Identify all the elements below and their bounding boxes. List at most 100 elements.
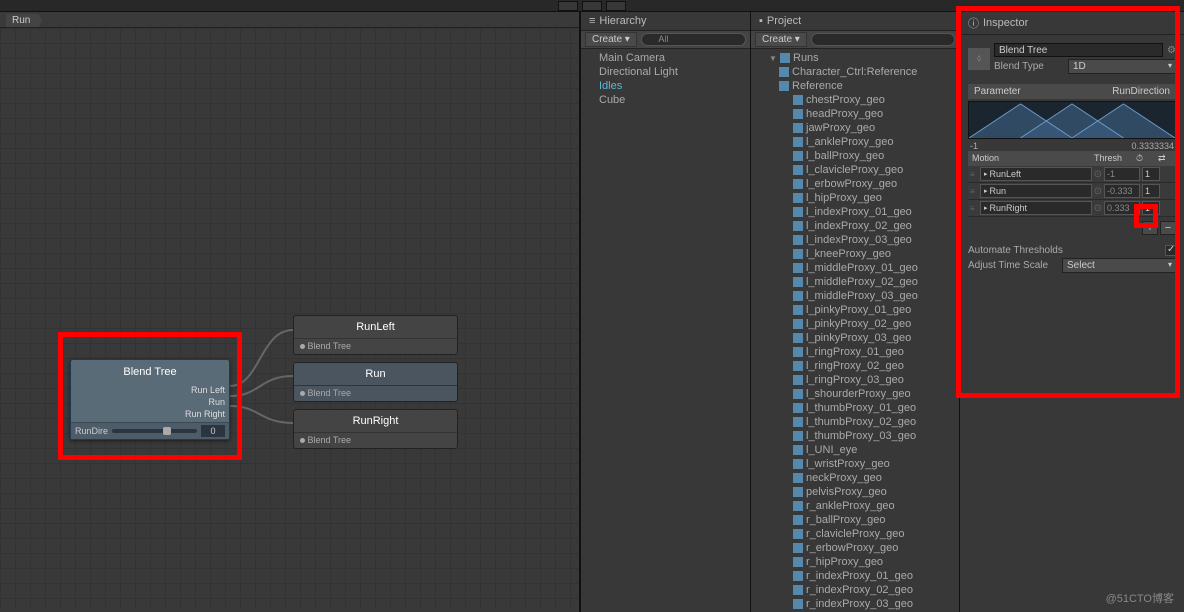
- project-item[interactable]: headProxy_geo: [751, 107, 959, 121]
- motion-node-runleft[interactable]: RunLeft Blend Tree: [293, 315, 458, 355]
- motion-row[interactable]: ≡RunLeft⊙-11: [968, 166, 1176, 183]
- project-item[interactable]: l_ringProxy_02_geo: [751, 359, 959, 373]
- project-item[interactable]: chestProxy_geo: [751, 93, 959, 107]
- picker-icon[interactable]: ⊙: [1094, 203, 1102, 214]
- timescale-field[interactable]: 1: [1142, 167, 1160, 181]
- project-item[interactable]: l_clavicleProxy_geo: [751, 163, 959, 177]
- project-create-button[interactable]: Create ▾: [755, 32, 807, 47]
- motion-node-runright[interactable]: RunRight Blend Tree: [293, 409, 458, 449]
- timescale-field[interactable]: 1: [1142, 184, 1160, 198]
- project-item[interactable]: neckProxy_geo: [751, 471, 959, 485]
- project-item[interactable]: l_shourderProxy_geo: [751, 387, 959, 401]
- prefab-icon: [793, 599, 803, 609]
- project-item[interactable]: jawProxy_geo: [751, 121, 959, 135]
- blend-param-slider[interactable]: [112, 429, 197, 433]
- blend-type-dropdown[interactable]: 1D: [1068, 59, 1176, 74]
- project-item[interactable]: l_indexProxy_01_geo: [751, 205, 959, 219]
- hierarchy-item[interactable]: Cube: [581, 93, 750, 107]
- inspector-panel: ⓘ Inspector ⬨ ⚙ Blend Type 1D Param: [959, 12, 1184, 612]
- threshold-field[interactable]: 0.333: [1104, 201, 1140, 215]
- remove-motion-button[interactable]: −: [1160, 221, 1176, 235]
- project-item[interactable]: l_UNI_eye: [751, 443, 959, 457]
- hierarchy-item[interactable]: Directional Light: [581, 65, 750, 79]
- project-item[interactable]: l_middleProxy_02_geo: [751, 275, 959, 289]
- picker-icon[interactable]: ⊙: [1094, 186, 1102, 197]
- project-item[interactable]: l_indexProxy_02_geo: [751, 219, 959, 233]
- motion-row[interactable]: ≡RunRight⊙0.3331: [968, 200, 1176, 217]
- hierarchy-item[interactable]: Idles: [581, 79, 750, 93]
- drag-handle[interactable]: ≡: [970, 170, 978, 179]
- parameter-name[interactable]: RunDirection: [1112, 86, 1170, 97]
- picker-icon[interactable]: ⊙: [1094, 169, 1102, 180]
- drag-handle[interactable]: ≡: [970, 204, 978, 213]
- animator-canvas[interactable]: Blend Tree Run Left Run Run Right RunDir…: [0, 28, 579, 608]
- adjust-timescale-dropdown[interactable]: Select: [1062, 258, 1176, 273]
- breadcrumb-item[interactable]: Run: [6, 14, 42, 27]
- motion-field[interactable]: Run: [980, 184, 1092, 198]
- project-item[interactable]: l_thumbProxy_03_geo: [751, 429, 959, 443]
- project-search[interactable]: [811, 33, 955, 46]
- motion-row[interactable]: ≡Run⊙-0.3331: [968, 183, 1176, 200]
- project-item[interactable]: l_hipProxy_geo: [751, 191, 959, 205]
- prefab-icon: [793, 543, 803, 553]
- step-button[interactable]: [606, 1, 626, 11]
- project-item[interactable]: Reference: [751, 79, 959, 93]
- project-item[interactable]: l_wristProxy_geo: [751, 457, 959, 471]
- project-item[interactable]: l_pinkyProxy_02_geo: [751, 317, 959, 331]
- project-item[interactable]: r_erbowProxy_geo: [751, 541, 959, 555]
- gear-icon[interactable]: ⚙: [1167, 45, 1176, 56]
- animator-panel: Run Blend Tree Run Left Run Run Right Ru…: [0, 12, 580, 612]
- hierarchy-list: Main CameraDirectional LightIdlesCube: [581, 49, 750, 612]
- hierarchy-create-button[interactable]: Create ▾: [585, 32, 637, 47]
- project-item[interactable]: r_hipProxy_geo: [751, 555, 959, 569]
- drag-handle[interactable]: ≡: [970, 187, 978, 196]
- project-item[interactable]: l_ringProxy_03_geo: [751, 373, 959, 387]
- blend-param-value[interactable]: 0: [201, 425, 225, 437]
- project-item[interactable]: l_pinkyProxy_03_geo: [751, 331, 959, 345]
- project-item[interactable]: l_pinkyProxy_01_geo: [751, 303, 959, 317]
- hierarchy-tab[interactable]: ≡ Hierarchy: [581, 12, 750, 31]
- prefab-icon: [793, 361, 803, 371]
- project-item[interactable]: l_ballProxy_geo: [751, 149, 959, 163]
- add-motion-button[interactable]: +: [1142, 221, 1158, 235]
- project-item[interactable]: r_ballProxy_geo: [751, 513, 959, 527]
- prefab-icon: [793, 179, 803, 189]
- blend-tree-node[interactable]: Blend Tree Run Left Run Run Right RunDir…: [70, 359, 230, 440]
- project-item[interactable]: r_ankleProxy_geo: [751, 499, 959, 513]
- threshold-field[interactable]: -0.333: [1104, 184, 1140, 198]
- hierarchy-item[interactable]: Main Camera: [581, 51, 750, 65]
- project-item[interactable]: r_indexProxy_02_geo: [751, 583, 959, 597]
- adjust-label: Adjust Time Scale: [968, 260, 1058, 271]
- project-item[interactable]: l_middleProxy_01_geo: [751, 261, 959, 275]
- threshold-field[interactable]: -1: [1104, 167, 1140, 181]
- project-item[interactable]: l_ringProxy_01_geo: [751, 345, 959, 359]
- project-item[interactable]: r_indexProxy_03_geo: [751, 597, 959, 611]
- project-item[interactable]: ▼ Runs: [751, 51, 959, 65]
- automate-checkbox[interactable]: [1165, 245, 1176, 256]
- project-item[interactable]: l_thumbProxy_02_geo: [751, 415, 959, 429]
- blend-tree-param[interactable]: RunDire 0: [71, 422, 229, 439]
- hierarchy-search[interactable]: All: [641, 33, 746, 46]
- project-tab[interactable]: ▪ Project: [751, 12, 959, 31]
- play-button[interactable]: [558, 1, 578, 11]
- blend-graph[interactable]: [968, 101, 1176, 139]
- project-item[interactable]: pelvisProxy_geo: [751, 485, 959, 499]
- project-item[interactable]: r_indexProxy_01_geo: [751, 569, 959, 583]
- project-item[interactable]: l_indexProxy_03_geo: [751, 233, 959, 247]
- inspector-tab[interactable]: ⓘ Inspector: [960, 12, 1184, 35]
- project-item[interactable]: l_middleProxy_03_geo: [751, 289, 959, 303]
- project-item[interactable]: l_erbowProxy_geo: [751, 177, 959, 191]
- project-item[interactable]: l_kneeProxy_geo: [751, 247, 959, 261]
- motion-field[interactable]: RunRight: [980, 201, 1092, 215]
- project-item[interactable]: l_ankleProxy_geo: [751, 135, 959, 149]
- timescale-field[interactable]: 1: [1142, 201, 1160, 215]
- motion-field[interactable]: RunLeft: [980, 167, 1092, 181]
- project-item[interactable]: l_thumbProxy_01_geo: [751, 401, 959, 415]
- prefab-icon: [793, 207, 803, 217]
- motion-node-run[interactable]: Run Blend Tree: [293, 362, 458, 402]
- project-item[interactable]: r_clavicleProxy_geo: [751, 527, 959, 541]
- inspector-name-field[interactable]: [994, 43, 1163, 57]
- pause-button[interactable]: [582, 1, 602, 11]
- prefab-icon: [780, 53, 790, 63]
- project-item[interactable]: Character_Ctrl:Reference: [751, 65, 959, 79]
